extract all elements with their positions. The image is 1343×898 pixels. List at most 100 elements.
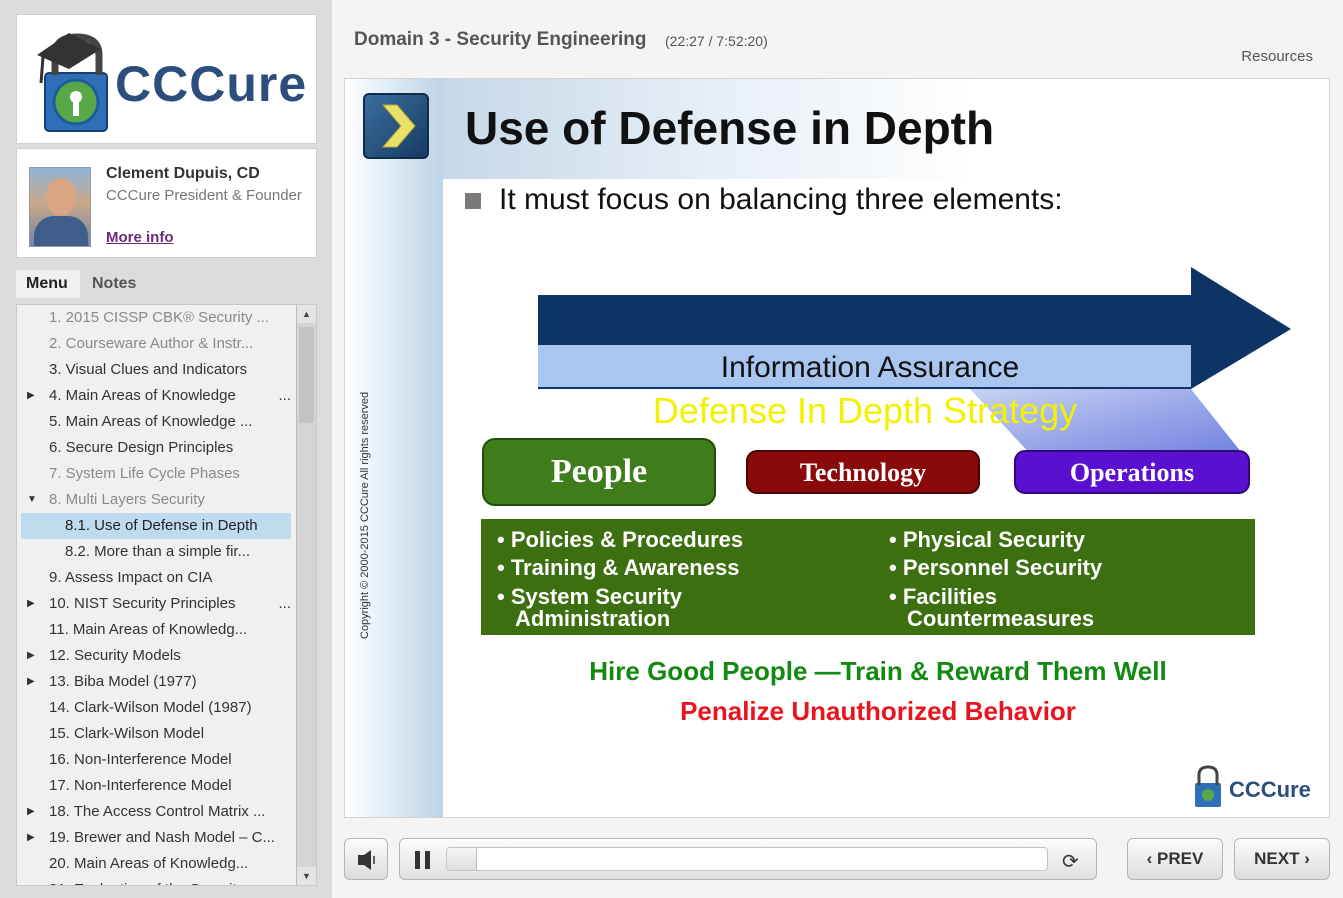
menu-item[interactable]: 2. Courseware Author & Instr... [17, 331, 295, 357]
next-button[interactable]: NEXT › [1234, 838, 1330, 880]
menu-item[interactable]: ▶ 18. The Access Control Matrix ... [17, 799, 295, 825]
menu-item[interactable]: ▶ 12. Security Models [17, 643, 295, 669]
operations-label: Operations [1070, 458, 1194, 487]
menu-item-label: 6. Secure Design Principles [49, 439, 234, 456]
scroll-thumb[interactable] [299, 327, 314, 423]
expand-right-icon[interactable]: ▶ [27, 591, 35, 617]
prev-button[interactable]: ‹ PREV [1127, 838, 1223, 880]
menu-item-label: 8. Multi Layers Security [49, 491, 205, 508]
arrow-label: Information Assurance [721, 351, 1020, 384]
menu-item-label: 5. Main Areas of Knowledge ... [49, 413, 253, 430]
menu-item[interactable]: 15. Clark-Wilson Model [17, 721, 295, 747]
menu-item[interactable]: 14. Clark-Wilson Model (1987) [17, 695, 295, 721]
expand-right-icon[interactable]: ▶ [27, 825, 35, 851]
menu-item[interactable]: 9. Assess Impact on CIA [17, 565, 295, 591]
menu-scrollbar[interactable]: ▲ ▼ [296, 305, 316, 885]
menu-item[interactable]: ▼ 8. Multi Layers Security [17, 487, 295, 513]
menu-item[interactable]: ▶ 13. Biba Model (1977) [17, 669, 295, 695]
control-item-6b: Countermeasures [907, 606, 1094, 631]
logo-text: CCCure [115, 56, 308, 112]
expand-right-icon[interactable]: ▶ [27, 643, 35, 669]
control-item-2: • Training & Awareness [497, 555, 739, 580]
menu-item[interactable]: ▶ 19. Brewer and Nash Model – C... [17, 825, 295, 851]
menu-item-label: 11. Main Areas of Knowledg... [49, 621, 248, 638]
expand-right-icon[interactable]: ▶ [27, 383, 35, 409]
menu-item-label: 17. Non-Interference Model [49, 777, 232, 794]
next-label: NEXT [1254, 849, 1300, 868]
progress-fill [447, 848, 477, 870]
menu-item[interactable]: 7. System Life Cycle Phases [17, 461, 295, 487]
progress-bar[interactable] [446, 847, 1048, 871]
pause-icon[interactable] [414, 851, 432, 869]
menu-item-label: 9. Assess Impact on CIA [49, 569, 213, 586]
expand-right-icon[interactable]: ▶ [27, 799, 35, 825]
presenter-photo [29, 167, 91, 247]
menu-item[interactable]: 5. Main Areas of Knowledge ... [17, 409, 295, 435]
menu-item[interactable]: 16. Non-Interference Model [17, 747, 295, 773]
mini-logo-text: CCCure [1229, 777, 1311, 802]
menu-item[interactable]: ▶ 10. NIST Security Principles... [17, 591, 295, 617]
tagline-hire: Hire Good People —Train & Reward Them We… [589, 656, 1166, 686]
menu-item[interactable]: ▶ 4. Main Areas of Knowledge... [17, 383, 295, 409]
replay-icon[interactable]: ⟳ [1062, 849, 1079, 874]
scroll-up-icon[interactable]: ▲ [297, 305, 316, 323]
defense-in-depth-diagram: Information Assurance Defense In Depth S… [481, 267, 1291, 807]
menu-item-label: 12. Security Models [49, 647, 181, 664]
menu-item-label: 14. Clark-Wilson Model (1987) [49, 699, 252, 716]
chevron-right-icon: › [1304, 849, 1310, 868]
more-info-link[interactable]: More info [106, 229, 174, 246]
menu-item[interactable]: 17. Non-Interference Model [17, 773, 295, 799]
menu-item-label: 8.1. Use of Defense in Depth [65, 517, 258, 534]
slide: Use of Defense in Depth Copyright © 2000… [344, 78, 1330, 818]
menu-item-label: 2. Courseware Author & Instr... [49, 335, 254, 352]
control-item-4: • Physical Security [889, 527, 1086, 552]
people-label: People [551, 453, 647, 490]
menu-item[interactable]: 1. 2015 CISSP CBK® Security ... [17, 305, 295, 331]
presenter-name: Clement Dupuis, CD [106, 165, 260, 182]
menu-item[interactable]: 6. Secure Design Principles [17, 435, 295, 461]
control-item-5: • Personnel Security [889, 555, 1103, 580]
menu-item-label: 20. Main Areas of Knowledg... [49, 855, 249, 872]
menu-item[interactable]: 8.2. More than a simple fir... [17, 539, 295, 565]
presenter-title: CCCure President & Founder [106, 187, 302, 204]
expand-right-icon[interactable]: ▶ [27, 669, 35, 695]
menu-item-label: 1. 2015 CISSP CBK® Security ... [49, 309, 270, 326]
chevron-left-icon: ‹ [1146, 849, 1153, 868]
volume-button[interactable] [344, 838, 388, 880]
tab-menu[interactable]: Menu [16, 270, 80, 298]
prev-label: PREV [1157, 849, 1204, 868]
menu-item-label: 7. System Life Cycle Phases [49, 465, 240, 482]
menu-item-label: 13. Biba Model (1977) [49, 673, 197, 690]
menu-item-selected[interactable]: 8.1. Use of Defense in Depth [21, 513, 291, 539]
more-indicator: ... [278, 387, 291, 404]
menu-item[interactable]: 20. Main Areas of Knowledg... [17, 851, 295, 877]
menu-item-label: 21. Evaluation of the Security ... [49, 877, 261, 885]
menu-item-label: 19. Brewer and Nash Model – C... [49, 829, 275, 846]
menu-item-label: 8.2. More than a simple fir... [65, 543, 251, 560]
menu-item[interactable]: 11. Main Areas of Knowledg... [17, 617, 295, 643]
presenter-panel: Clement Dupuis, CD CCCure President & Fo… [16, 148, 317, 258]
strategy-label: Defense In Depth Strategy [653, 390, 1077, 431]
resources-link[interactable]: Resources [1241, 48, 1313, 65]
menu-item-label: 15. Clark-Wilson Model [49, 725, 205, 742]
sidebar: CCCure Clement Dupuis, CD CCCure Preside… [0, 0, 332, 898]
more-indicator: ... [278, 595, 291, 612]
expand-down-icon[interactable]: ▼ [27, 487, 37, 513]
menu-item[interactable]: 21. Evaluation of the Security ... [17, 877, 295, 885]
menu-item[interactable]: 3. Visual Clues and Indicators [17, 357, 295, 383]
tagline-penalize: Penalize Unauthorized Behavior [680, 696, 1076, 726]
course-title: Domain 3 - Security Engineering [354, 29, 647, 50]
scroll-down-icon[interactable]: ▼ [297, 867, 316, 885]
logo-panel: CCCure [16, 14, 317, 144]
playback-bar: ⟳ [399, 838, 1097, 880]
technology-label: Technology [800, 458, 926, 487]
menu-item-label: 4. Main Areas of Knowledge [49, 387, 236, 404]
menu-item-label: 10. NIST Security Principles [49, 595, 236, 612]
speaker-icon [358, 850, 375, 870]
menu-list: 1. 2015 CISSP CBK® Security ... 2. Course… [17, 305, 295, 885]
tab-notes[interactable]: Notes [82, 270, 146, 298]
main-area: Domain 3 - Security Engineering (22:27 /… [332, 0, 1343, 898]
control-item-1: • Policies & Procedures [497, 527, 743, 552]
mini-logo-icon [1195, 765, 1221, 807]
menu-item-label: 18. The Access Control Matrix ... [49, 803, 266, 820]
